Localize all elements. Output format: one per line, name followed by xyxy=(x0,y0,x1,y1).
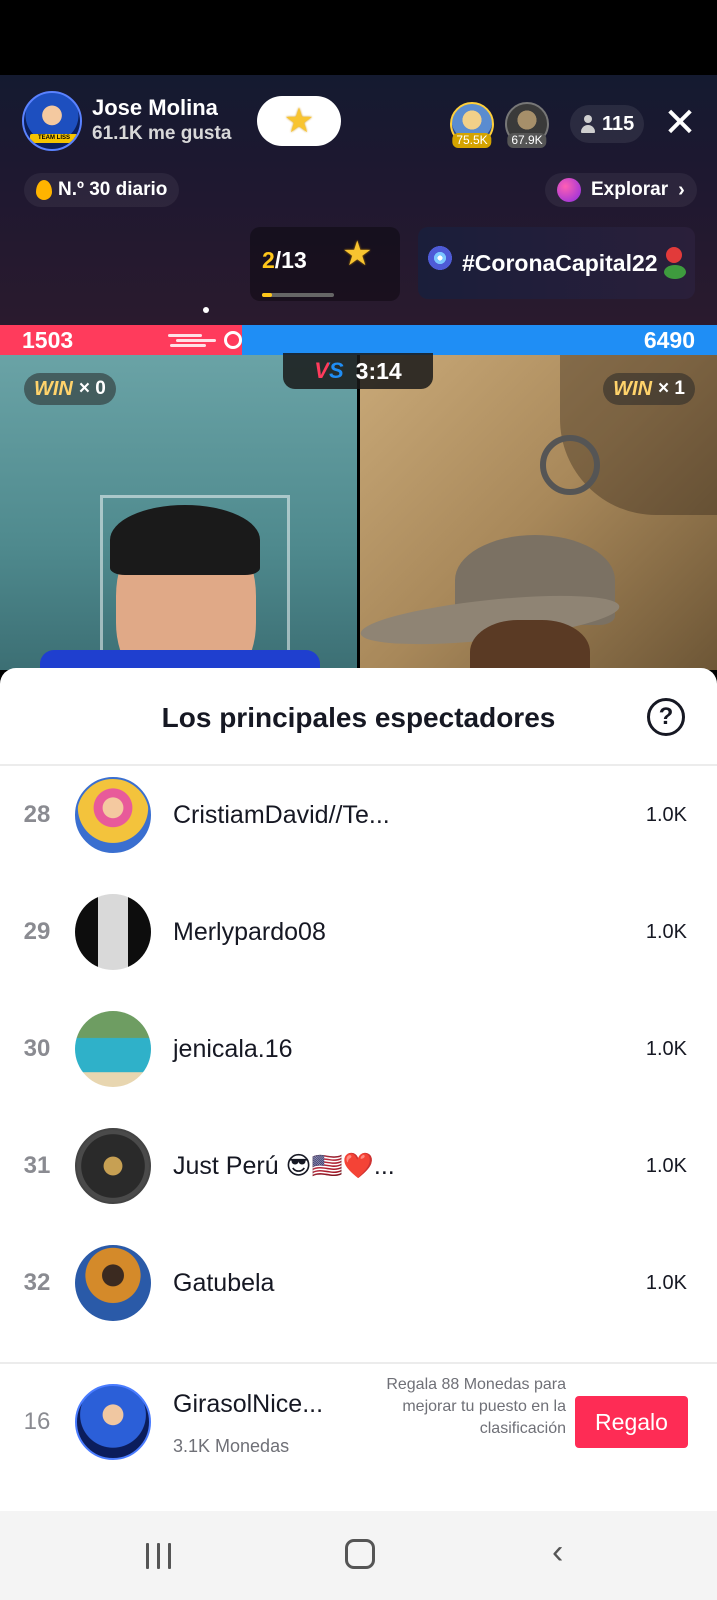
viewer-value: 1.0K xyxy=(645,1038,687,1060)
back-icon[interactable]: ‹ xyxy=(552,1535,572,1571)
viewer-rank: 28 xyxy=(23,801,51,828)
my-name: GirasolNice... xyxy=(173,1390,324,1418)
top-viewer-avatar-2[interactable]: 67.9K xyxy=(505,102,549,148)
close-icon[interactable]: ✕ xyxy=(660,103,700,143)
top-viewer-avatar-1[interactable]: 75.5K xyxy=(450,102,494,148)
status-bar-area xyxy=(0,0,717,75)
viewer-row[interactable]: 29 Merlypardo08 1.0K xyxy=(0,882,717,982)
home-icon[interactable] xyxy=(345,1539,375,1569)
ranking-card[interactable]: 2/13 ★ xyxy=(250,227,400,301)
flame-icon xyxy=(36,180,52,200)
my-rank: 16 xyxy=(23,1408,51,1435)
chevron-right-icon: › xyxy=(678,178,685,201)
viewer-value: 1.0K xyxy=(645,1272,687,1294)
top-viewer-badge-1: 75.5K xyxy=(452,133,492,148)
viewer-avatar[interactable] xyxy=(75,894,151,970)
ranking-count: 2/13 xyxy=(262,247,307,273)
speed-ball-icon xyxy=(168,330,246,350)
planet-icon xyxy=(557,178,581,202)
battle-video-area: WIN × 0 WIN × 1 VS 3:14 xyxy=(0,353,717,670)
viewer-value: 1.0K xyxy=(645,921,687,943)
ranking-progress xyxy=(262,293,334,297)
viewer-name: CristiamDavid//Te... xyxy=(173,801,390,829)
rose-icon xyxy=(662,241,688,285)
person-icon xyxy=(580,115,596,133)
gift-hint: Regala 88 Monedas para mejorar tu puesto… xyxy=(386,1376,566,1437)
viewer-count[interactable]: 115 xyxy=(570,105,645,143)
star-icon: ★ xyxy=(342,235,373,273)
viewer-rank: 31 xyxy=(23,1152,51,1179)
viewer-avatar[interactable] xyxy=(75,777,151,853)
recents-icon[interactable] xyxy=(146,1543,174,1569)
right-score: 6490 xyxy=(643,327,695,353)
host-info[interactable]: TEAM LISS Jose Molina 61.1K me gusta xyxy=(22,91,231,151)
hashtag-banner[interactable]: #CoronaCapital22 xyxy=(418,227,695,299)
left-score: 1503 xyxy=(22,327,74,353)
viewer-name: jenicala.16 xyxy=(173,1035,293,1063)
viewer-rank: 29 xyxy=(23,918,51,945)
firework-icon xyxy=(424,240,460,286)
star-icon: ★ xyxy=(283,102,315,140)
sheet-title: Los principales espectadores xyxy=(161,702,556,733)
viewer-value: 1.0K xyxy=(645,1155,687,1177)
viewer-value: 1.0K xyxy=(645,804,687,826)
host-avatar[interactable]: TEAM LISS xyxy=(22,91,82,151)
battle-timer: VS 3:14 xyxy=(283,353,433,389)
my-coins: 3.1K Monedas xyxy=(173,1436,290,1456)
viewer-row[interactable]: 32 Gatubela 1.0K xyxy=(0,1233,717,1333)
explore-label: Explorar xyxy=(591,179,669,200)
my-avatar[interactable] xyxy=(75,1384,151,1460)
viewer-name: Merlypardo08 xyxy=(173,918,326,946)
viewer-rank: 30 xyxy=(23,1035,51,1062)
viewer-name: Just Perú 😎🇺🇸❤️... xyxy=(173,1152,395,1180)
my-rank-row: 16 GirasolNice... 3.1K Monedas Regala 88… xyxy=(0,1364,717,1480)
viewer-count-value: 115 xyxy=(602,112,635,135)
battle-score-bar: 1503 6490 xyxy=(0,325,717,355)
favorite-button[interactable]: ★ xyxy=(257,96,341,146)
top-viewer-badge-2: 67.9K xyxy=(507,133,547,148)
viewer-avatar[interactable] xyxy=(75,1245,151,1321)
daily-rank-badge[interactable]: N.º 30 diario xyxy=(24,173,180,207)
help-icon[interactable]: ? xyxy=(647,698,685,736)
viewer-name: Gatubela xyxy=(173,1269,275,1297)
host-avatar-tag: TEAM LISS xyxy=(30,134,78,143)
vs-icon: VS xyxy=(314,358,344,383)
left-win-badge: WIN × 0 xyxy=(24,373,116,405)
daily-rank-label: N.º 30 diario xyxy=(58,179,168,200)
top-viewers-sheet: Los principales espectadores ? 28 Cristi… xyxy=(0,668,717,1511)
gift-button[interactable]: Regalo xyxy=(575,1396,688,1448)
viewer-avatar[interactable] xyxy=(75,1128,151,1204)
host-likes: 61.1K me gusta xyxy=(92,123,232,144)
right-win-badge: WIN × 1 xyxy=(603,373,695,405)
viewer-row[interactable]: 28 CristiamDavid//Te... 1.0K xyxy=(0,765,717,865)
hashtag-label: #CoronaCapital22 xyxy=(462,249,658,276)
viewer-row[interactable]: 31 Just Perú 😎🇺🇸❤️... 1.0K xyxy=(0,1116,717,1216)
sparkle-icon xyxy=(203,307,209,313)
timer-value: 3:14 xyxy=(355,357,402,384)
viewer-avatar[interactable] xyxy=(75,1011,151,1087)
explore-button[interactable]: Explorar › xyxy=(545,173,697,207)
viewer-rank: 32 xyxy=(23,1269,51,1296)
system-nav-bar: ‹ xyxy=(0,1511,717,1600)
viewer-row[interactable]: 30 jenicala.16 1.0K xyxy=(0,999,717,1099)
host-name: Jose Molina xyxy=(92,95,218,120)
live-header: TEAM LISS Jose Molina 61.1K me gusta ★ 7… xyxy=(0,75,717,349)
